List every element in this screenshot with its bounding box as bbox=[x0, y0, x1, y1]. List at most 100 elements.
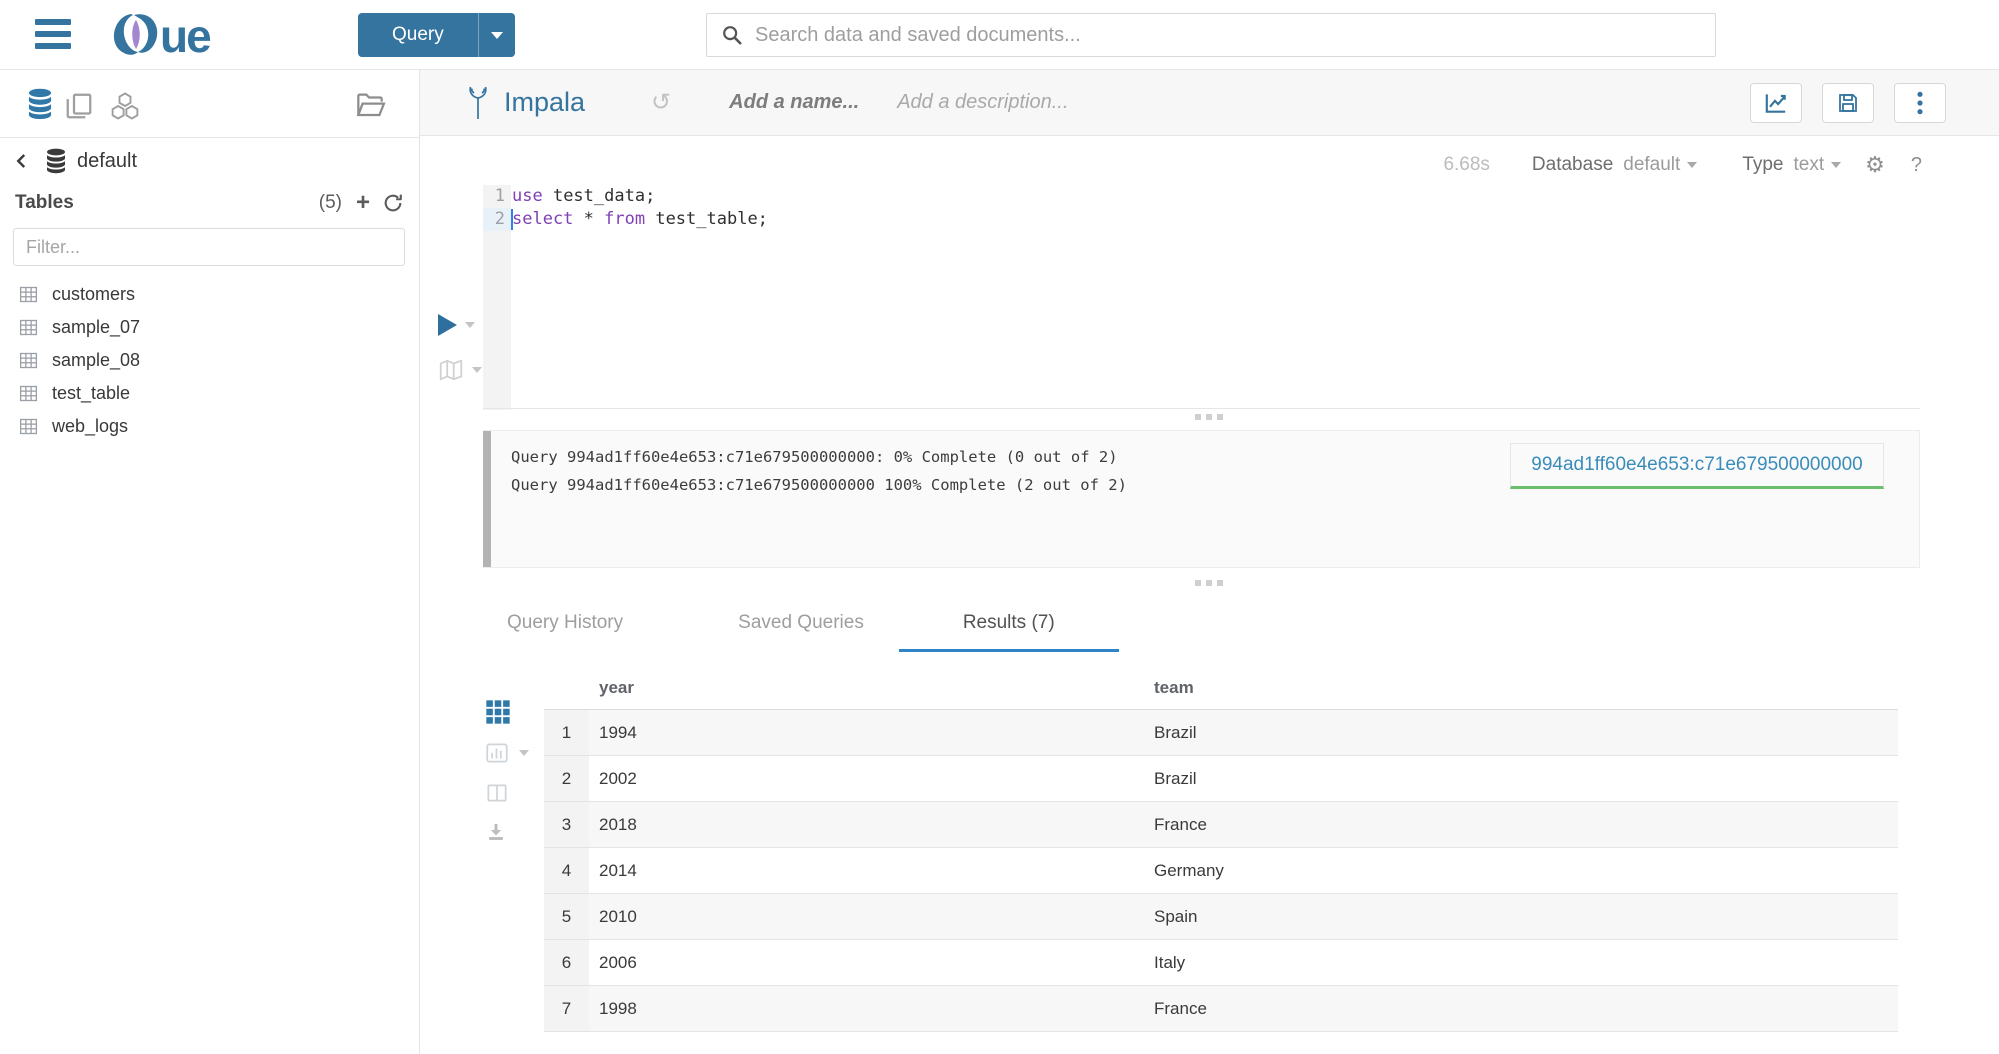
documents-icon[interactable] bbox=[64, 91, 94, 126]
tables-header-row: Tables (5) + bbox=[15, 192, 404, 214]
table-icon bbox=[18, 350, 39, 371]
resize-handle[interactable] bbox=[1195, 580, 1223, 586]
query-split-button[interactable]: Query bbox=[358, 13, 515, 57]
sidebar-table-item[interactable]: sample_07 bbox=[18, 311, 409, 344]
projects-folder-icon[interactable] bbox=[355, 90, 387, 125]
sql-editor-input[interactable]: use test_data;select * from test_table; bbox=[512, 185, 1989, 410]
cell-year: 2006 bbox=[589, 953, 1154, 973]
result-display-rail bbox=[484, 698, 544, 858]
settings-gear-icon[interactable]: ⚙ bbox=[1865, 152, 1885, 178]
hue-logo[interactable]: ue bbox=[100, 10, 265, 65]
more-actions-button[interactable] bbox=[1894, 83, 1946, 123]
search-input[interactable] bbox=[755, 24, 1701, 47]
tables-label: Tables bbox=[15, 192, 319, 214]
chart-view-button[interactable] bbox=[484, 740, 544, 766]
save-button[interactable] bbox=[1822, 83, 1874, 123]
map-icon bbox=[438, 358, 464, 382]
query-button-label[interactable]: Query bbox=[358, 13, 479, 57]
tab-query-history[interactable]: Query History bbox=[477, 598, 653, 652]
log-progress-bar bbox=[483, 431, 491, 567]
hamburger-menu-icon[interactable] bbox=[35, 19, 71, 51]
cell-year: 2002 bbox=[589, 769, 1154, 789]
save-floppy-icon bbox=[1836, 91, 1860, 115]
row-number: 6 bbox=[544, 940, 589, 985]
log-line: Query 994ad1ff60e4e653:c71e679500000000 … bbox=[511, 471, 1127, 499]
table-row: 22002Brazil bbox=[544, 756, 1898, 802]
table-name: sample_08 bbox=[52, 350, 140, 371]
chevron-down-icon[interactable] bbox=[465, 322, 475, 328]
database-breadcrumb[interactable]: default bbox=[13, 148, 137, 174]
columns-view-button[interactable] bbox=[484, 780, 544, 806]
search-icon bbox=[721, 24, 743, 46]
add-table-icon[interactable]: + bbox=[356, 193, 370, 213]
panel-divider bbox=[483, 408, 1920, 409]
execute-button[interactable] bbox=[438, 314, 482, 336]
sidebar-table-item[interactable]: customers bbox=[18, 278, 409, 311]
table-list: customers sample_07 sample_08 test_tableweb… bbox=[18, 278, 409, 443]
type-select[interactable]: text bbox=[1794, 154, 1842, 176]
sidebar-table-item[interactable]: test_table bbox=[18, 377, 409, 410]
column-header-team[interactable]: team bbox=[1154, 678, 1898, 698]
row-number: 5 bbox=[544, 894, 589, 939]
row-number: 4 bbox=[544, 848, 589, 893]
table-name: test_table bbox=[52, 383, 130, 404]
table-name: customers bbox=[52, 284, 135, 305]
query-dropdown-caret[interactable] bbox=[479, 13, 515, 57]
chart-button[interactable] bbox=[1750, 83, 1802, 123]
result-tabs: Query History Saved QueriesResults (7) bbox=[420, 598, 1119, 652]
impala-job-link[interactable]: 994ad1ff60e4e653:c71e679500000000 bbox=[1510, 443, 1884, 489]
tab-saved-queries[interactable]: Saved Queries bbox=[708, 598, 894, 652]
cell-team: Spain bbox=[1154, 907, 1898, 927]
gutter-line-number: 2 bbox=[483, 208, 511, 231]
engine-title: Impala bbox=[504, 87, 585, 118]
table-icon bbox=[18, 317, 39, 338]
table-row: 62006Italy bbox=[544, 940, 1898, 986]
query-history-icon[interactable]: ↺ bbox=[651, 88, 671, 117]
play-icon bbox=[438, 314, 457, 336]
cell-team: France bbox=[1154, 999, 1898, 1019]
cell-team: Italy bbox=[1154, 953, 1898, 973]
sidebar-table-item[interactable]: sample_08 bbox=[18, 344, 409, 377]
explain-map-button[interactable] bbox=[438, 358, 482, 382]
log-lines: Query 994ad1ff60e4e653:c71e679500000000:… bbox=[511, 443, 1127, 499]
download-results-button[interactable] bbox=[484, 820, 544, 844]
cell-year: 1994 bbox=[589, 723, 1154, 743]
table-row: 42014Germany bbox=[544, 848, 1898, 894]
resize-handle[interactable] bbox=[1195, 414, 1223, 420]
left-assist-panel: default Tables (5) + customers sample_07s… bbox=[0, 70, 420, 1054]
table-icon bbox=[18, 416, 39, 437]
table-name: sample_07 bbox=[52, 317, 140, 338]
code-line: use test_data; bbox=[512, 185, 1989, 208]
sidebar-table-item[interactable]: web_logs bbox=[18, 410, 409, 443]
functions-cubes-icon[interactable] bbox=[108, 91, 142, 126]
column-header-year[interactable]: year bbox=[589, 678, 1154, 698]
table-filter bbox=[13, 228, 405, 266]
editor-toolbar: 6.68s Database default Type text ⚙ ? bbox=[1443, 148, 1922, 182]
table-filter-input[interactable] bbox=[26, 237, 392, 258]
chevron-down-icon[interactable] bbox=[519, 750, 529, 756]
databases-icon[interactable] bbox=[25, 88, 55, 125]
query-log-panel: Query 994ad1ff60e4e653:c71e679500000000:… bbox=[483, 430, 1920, 568]
tab-results-7[interactable]: Results (7) bbox=[899, 598, 1119, 652]
document-name-field[interactable]: Add a name... bbox=[729, 91, 859, 114]
database-select[interactable]: default bbox=[1623, 154, 1697, 176]
grid-icon bbox=[484, 698, 512, 726]
help-icon[interactable]: ? bbox=[1911, 154, 1922, 177]
execution-time: 6.68s bbox=[1443, 154, 1489, 176]
chevron-left-icon[interactable] bbox=[13, 150, 31, 172]
cell-team: Brazil bbox=[1154, 769, 1898, 789]
assist-icon-bar bbox=[0, 70, 419, 138]
editor-area: Impala ↺ Add a name... Add a description… bbox=[420, 70, 1999, 1054]
chevron-down-icon[interactable] bbox=[472, 367, 482, 373]
kebab-menu-icon bbox=[1916, 90, 1924, 116]
chevron-down-icon bbox=[1831, 162, 1841, 168]
results-rows: 11994Brazil22002Brazil32018France42014Ge… bbox=[544, 710, 1898, 1032]
document-description-field[interactable]: Add a description... bbox=[897, 91, 1068, 114]
refresh-icon[interactable] bbox=[382, 192, 404, 214]
cell-team: France bbox=[1154, 815, 1898, 835]
job-id-link-text[interactable]: 994ad1ff60e4e653:c71e679500000000 bbox=[1531, 454, 1862, 476]
code-line: select * from test_table; bbox=[512, 208, 1989, 231]
grid-view-button[interactable] bbox=[484, 698, 544, 726]
hue-app-window: ue Query bbox=[0, 0, 1999, 1054]
line-chart-icon bbox=[1763, 90, 1789, 116]
